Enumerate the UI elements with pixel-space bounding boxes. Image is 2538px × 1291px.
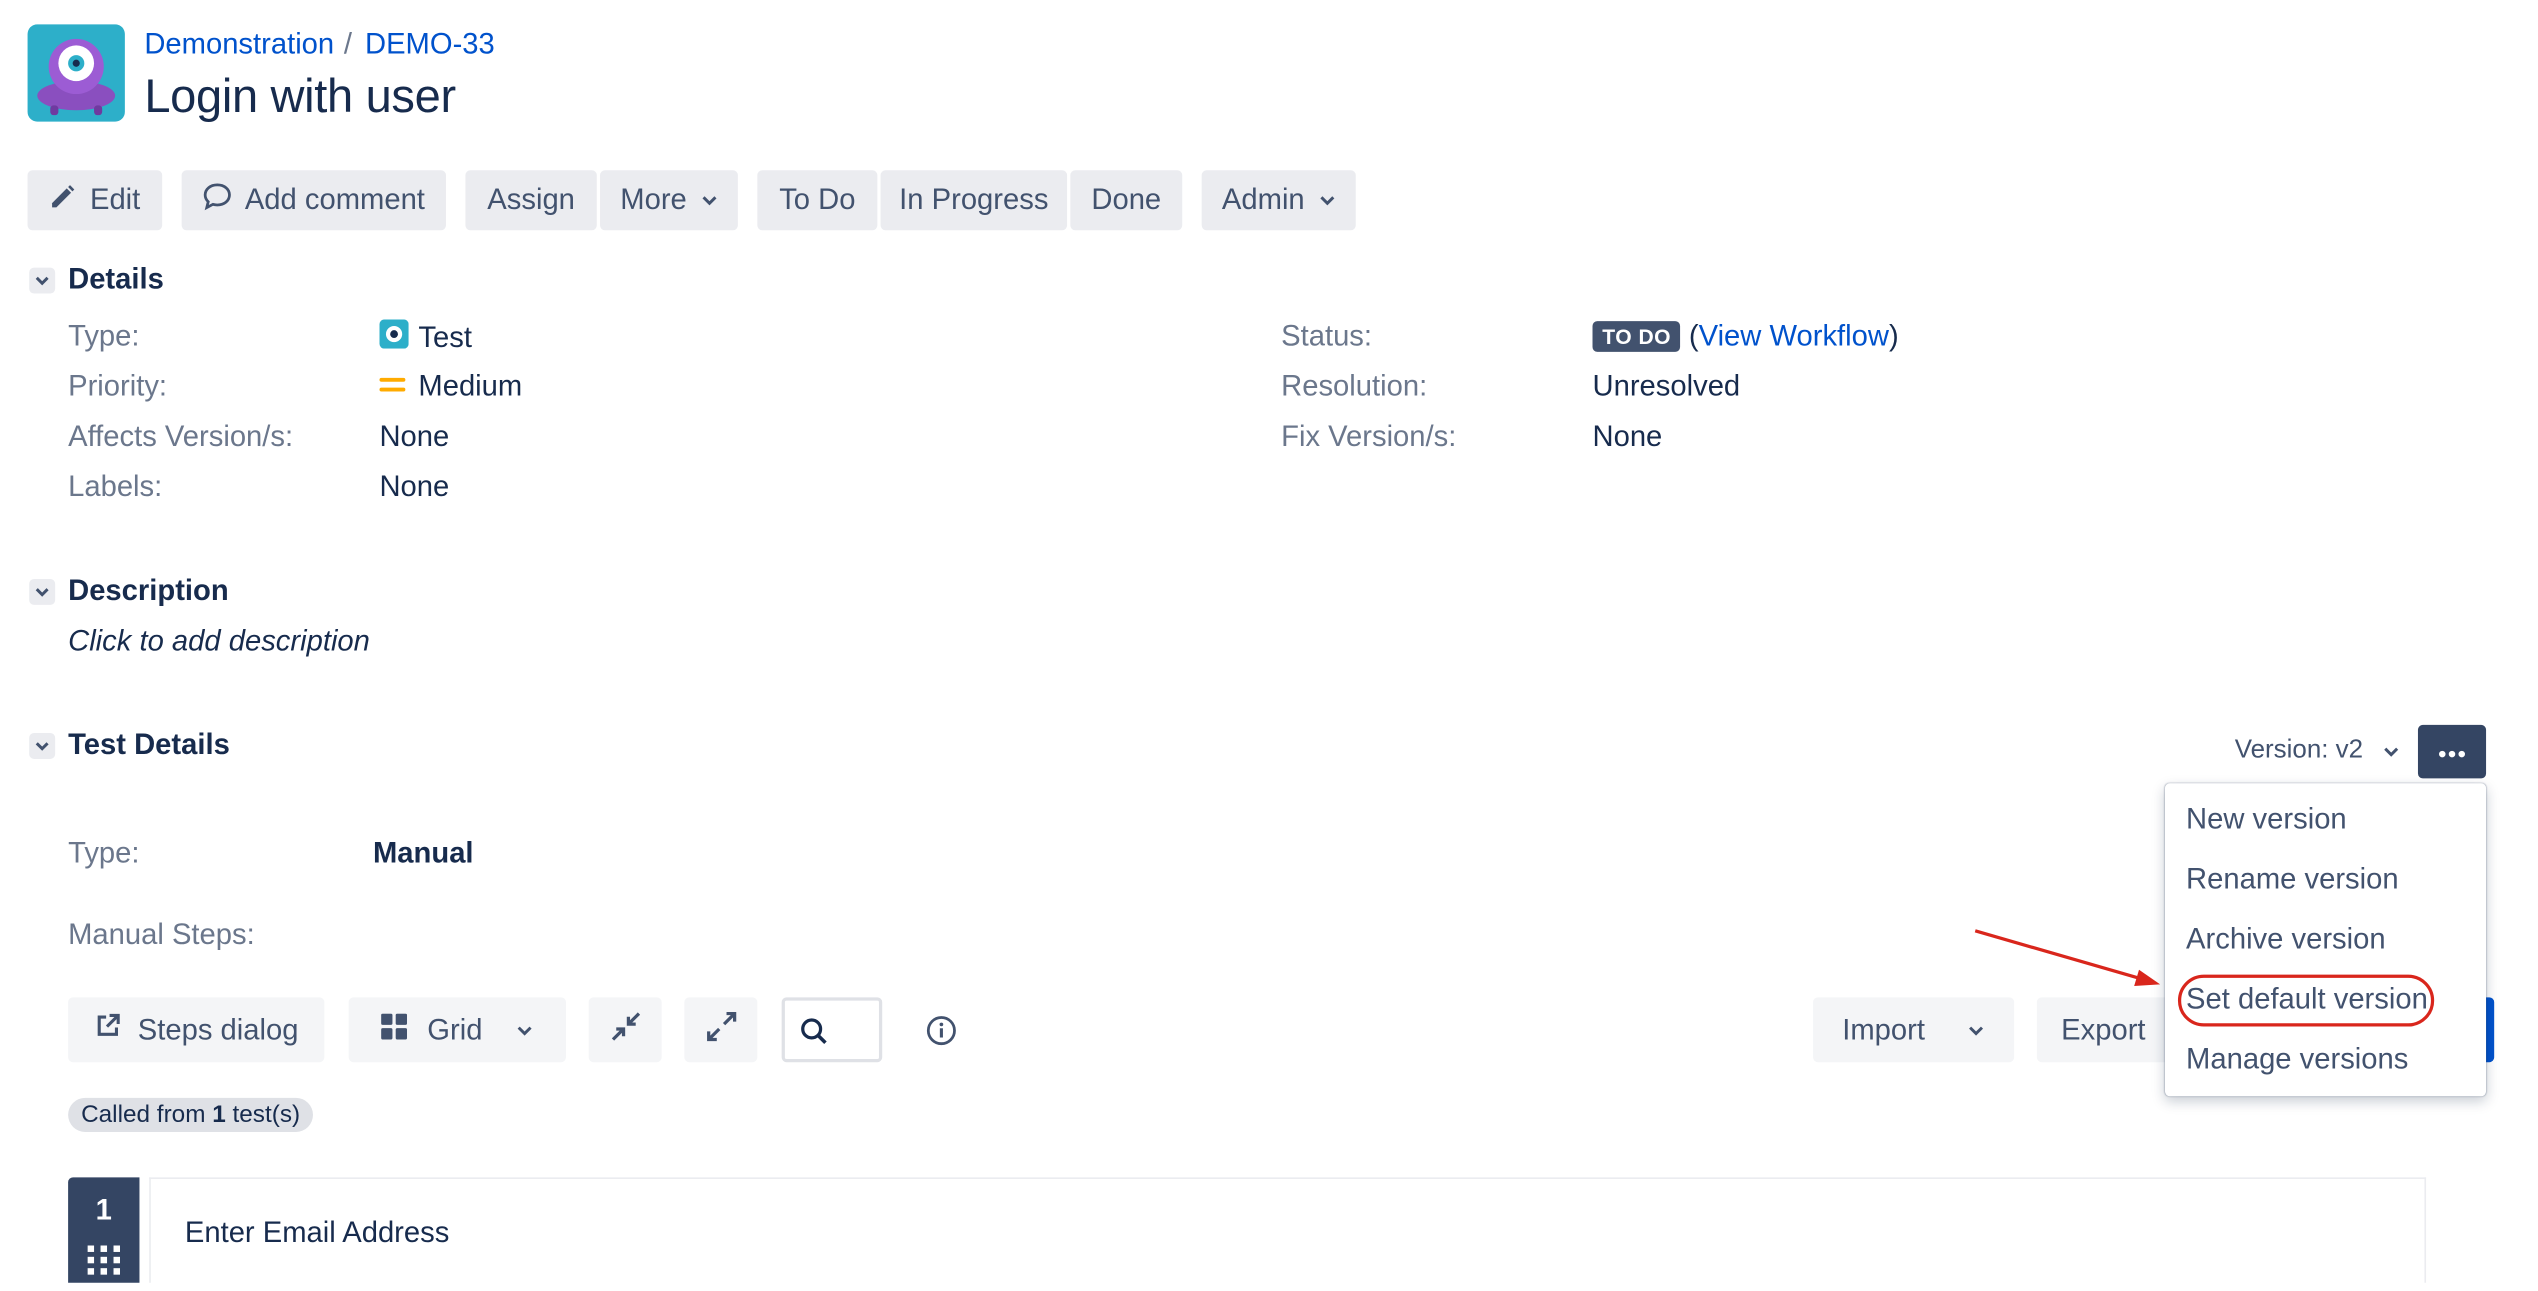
status-value: TO DO (View Workflow) bbox=[1592, 319, 1899, 353]
done-label: Done bbox=[1091, 183, 1162, 216]
chevron-down-icon bbox=[1319, 196, 1334, 206]
admin-button[interactable]: Admin bbox=[1201, 170, 1356, 231]
view-workflow-link[interactable]: View Workflow bbox=[1699, 319, 1889, 351]
chevron-down-icon bbox=[2384, 746, 2399, 756]
menu-item-rename-version[interactable]: Rename version bbox=[2186, 863, 2399, 897]
test-type-label: Type: bbox=[68, 836, 140, 870]
priority-value-text: Medium bbox=[418, 369, 523, 403]
done-transition-button[interactable]: Done bbox=[1070, 170, 1183, 231]
labels-label: Labels: bbox=[68, 470, 163, 503]
type-value: Test bbox=[379, 319, 472, 356]
drag-handle-icon[interactable] bbox=[87, 1245, 121, 1290]
called-from-badge[interactable]: Called from 1 test(s) bbox=[68, 1097, 314, 1132]
type-value-text: Test bbox=[418, 321, 472, 354]
menu-item-archive-version[interactable]: Archive version bbox=[2186, 923, 2386, 957]
priority-label: Priority: bbox=[68, 369, 168, 403]
to-do-transition-button[interactable]: To Do bbox=[757, 170, 878, 231]
export-button[interactable]: Export bbox=[2036, 997, 2170, 1063]
grid-label: Grid bbox=[427, 1012, 483, 1046]
collapse-icon bbox=[609, 1010, 641, 1051]
test-details-toggle-icon[interactable] bbox=[29, 733, 56, 759]
add-comment-button[interactable]: Add comment bbox=[181, 170, 446, 231]
resolution-label: Resolution: bbox=[1281, 369, 1428, 403]
priority-value: Medium bbox=[379, 370, 522, 404]
breadcrumb-project-link[interactable]: Demonstration bbox=[144, 28, 334, 60]
affects-version-label: Affects Version/s: bbox=[68, 420, 294, 453]
step-number-cell: 1 bbox=[68, 1177, 140, 1283]
affects-version-value: None bbox=[379, 420, 450, 453]
collapse-button[interactable] bbox=[588, 997, 662, 1063]
version-select-label: Version: v2 bbox=[2234, 736, 2364, 764]
ellipsis-icon bbox=[2437, 737, 2466, 766]
fix-version-value: None bbox=[1592, 420, 1663, 453]
comment-icon bbox=[203, 182, 232, 219]
view-workflow-close-paren: ) bbox=[1888, 319, 1899, 352]
version-actions-menu: New version Rename version Archive versi… bbox=[2164, 783, 2487, 1097]
step-action-text: Enter Email Address bbox=[184, 1216, 450, 1249]
assign-button[interactable]: Assign bbox=[465, 170, 597, 231]
resolution-value: Unresolved bbox=[1592, 369, 1741, 403]
steps-search-input[interactable] bbox=[781, 997, 883, 1063]
in-progress-transition-button[interactable]: In Progress bbox=[880, 170, 1068, 231]
info-icon[interactable] bbox=[926, 1015, 957, 1054]
status-lozenge: TO DO bbox=[1592, 321, 1681, 352]
test-type-value: Manual bbox=[372, 836, 474, 870]
step-row[interactable]: Enter Email Address bbox=[149, 1177, 2427, 1283]
chevron-down-icon bbox=[516, 1025, 531, 1035]
version-select[interactable]: Version: v2 bbox=[2235, 736, 2401, 765]
labels-value: None bbox=[379, 470, 450, 503]
grid-view-button[interactable]: Grid bbox=[348, 997, 566, 1063]
add-comment-label: Add comment bbox=[244, 183, 425, 216]
steps-dialog-label: Steps dialog bbox=[137, 1012, 299, 1046]
breadcrumb-issue-link[interactable]: DEMO-33 bbox=[365, 28, 495, 60]
import-button[interactable]: Import bbox=[1813, 997, 2015, 1063]
test-details-section-title: Test Details bbox=[68, 728, 230, 761]
expand-button[interactable] bbox=[684, 997, 758, 1063]
menu-item-new-version[interactable]: New version bbox=[2186, 803, 2347, 837]
called-from-prefix: Called from bbox=[81, 1101, 213, 1129]
in-progress-label: In Progress bbox=[899, 183, 1049, 216]
admin-label: Admin bbox=[1221, 183, 1305, 216]
more-label: More bbox=[620, 183, 687, 216]
version-more-button[interactable] bbox=[2417, 724, 2487, 779]
fix-version-label: Fix Version/s: bbox=[1281, 420, 1457, 453]
status-label: Status: bbox=[1281, 319, 1373, 352]
type-label: Type: bbox=[68, 319, 140, 352]
annotation-arrow-icon bbox=[1974, 929, 2161, 986]
to-do-label: To Do bbox=[779, 183, 856, 216]
pencil-icon bbox=[49, 182, 77, 218]
annotation-highlight-ring bbox=[2177, 974, 2435, 1027]
edit-button[interactable]: Edit bbox=[27, 170, 163, 231]
chevron-down-icon bbox=[701, 196, 716, 206]
project-avatar-icon[interactable] bbox=[27, 24, 125, 122]
priority-medium-icon bbox=[379, 370, 406, 404]
details-toggle-icon[interactable] bbox=[29, 267, 56, 294]
steps-dialog-button[interactable]: Steps dialog bbox=[68, 997, 325, 1063]
grid-icon bbox=[381, 1012, 408, 1047]
details-section-title: Details bbox=[68, 262, 164, 296]
menu-item-manage-versions[interactable]: Manage versions bbox=[2186, 1043, 2408, 1077]
called-from-count: 1 bbox=[212, 1101, 226, 1129]
description-section-title: Description bbox=[68, 574, 229, 607]
manual-steps-label: Manual Steps: bbox=[68, 917, 255, 951]
search-icon bbox=[799, 1017, 828, 1054]
description-placeholder[interactable]: Click to add description bbox=[68, 624, 370, 658]
description-toggle-icon[interactable] bbox=[29, 578, 56, 605]
step-number: 1 bbox=[95, 1193, 112, 1227]
edit-label: Edit bbox=[89, 183, 141, 216]
breadcrumb: Demonstration / DEMO-33 bbox=[144, 28, 494, 62]
expand-icon bbox=[705, 1010, 737, 1051]
test-type-icon bbox=[379, 319, 409, 356]
called-from-suffix: test(s) bbox=[225, 1101, 301, 1129]
external-link-icon bbox=[94, 1012, 122, 1048]
export-label: Export bbox=[2061, 1012, 2146, 1046]
more-actions-button[interactable]: More bbox=[600, 170, 738, 231]
page-title: Login with user bbox=[144, 71, 456, 124]
import-label: Import bbox=[1842, 1012, 1925, 1046]
assign-label: Assign bbox=[487, 183, 575, 216]
breadcrumb-separator: / bbox=[343, 27, 353, 61]
chevron-down-icon bbox=[1969, 1025, 1984, 1035]
